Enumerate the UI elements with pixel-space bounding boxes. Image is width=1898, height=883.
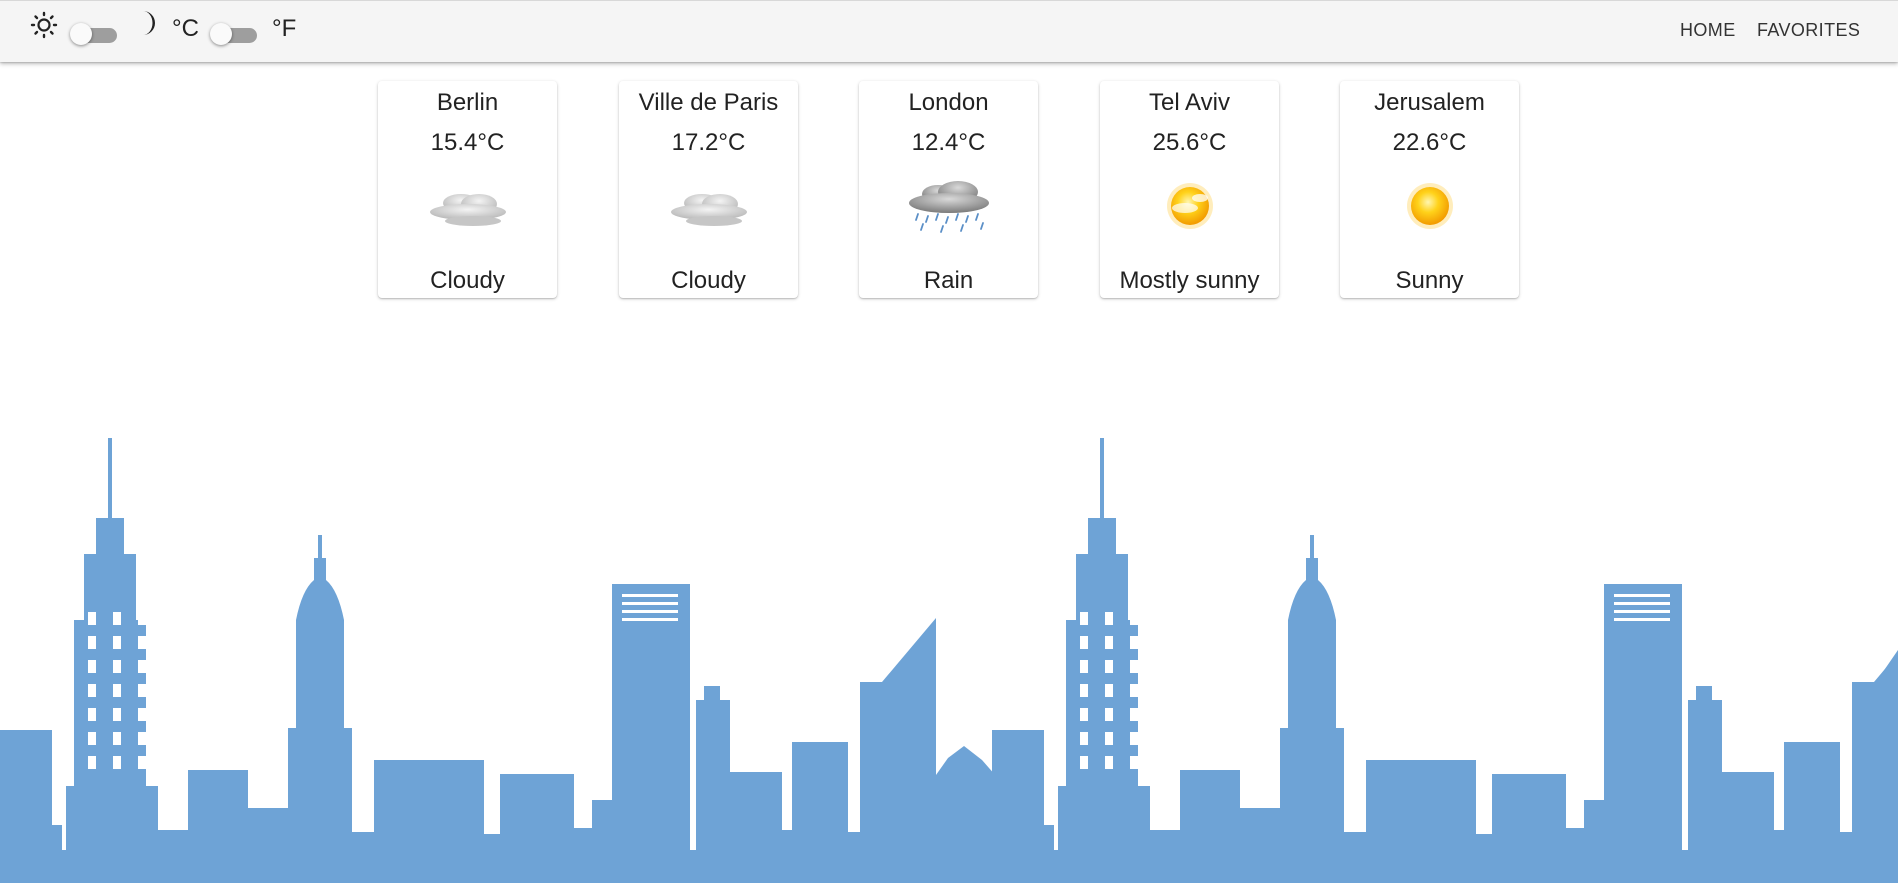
city-name: Ville de Paris bbox=[638, 89, 779, 116]
cloudy-icon bbox=[670, 194, 747, 226]
city-condition: Mostly sunny bbox=[1119, 267, 1260, 294]
city-card-london[interactable]: London 12.4°C Rain bbox=[859, 81, 1038, 298]
mostly-sunny-icon bbox=[1166, 183, 1213, 229]
sunny-icon bbox=[1406, 183, 1453, 229]
app-bar: °C °F HOME FAVORITES bbox=[0, 0, 1898, 62]
city-name: Tel Aviv bbox=[1149, 89, 1230, 116]
city-condition: Sunny bbox=[1395, 267, 1464, 294]
unit-toggle-switch[interactable] bbox=[209, 19, 261, 49]
city-card-jerusalem[interactable]: Jerusalem 22.6°C Sunny bbox=[1340, 81, 1519, 298]
city-temperature: 12.4°C bbox=[911, 129, 986, 156]
city-condition: Rain bbox=[923, 267, 974, 294]
rain-icon bbox=[908, 181, 989, 233]
city-temperature: 25.6°C bbox=[1152, 129, 1227, 156]
sun-icon bbox=[30, 11, 58, 39]
moon-icon bbox=[143, 11, 155, 35]
city-name: London bbox=[908, 89, 989, 116]
celsius-label: °C bbox=[172, 15, 199, 42]
city-condition: Cloudy bbox=[671, 267, 746, 294]
cloudy-icon bbox=[429, 194, 506, 226]
city-temperature: 22.6°C bbox=[1392, 129, 1467, 156]
city-temperature: 15.4°C bbox=[430, 129, 505, 156]
city-condition: Cloudy bbox=[430, 267, 505, 294]
city-card-tel-aviv[interactable]: Tel Aviv 25.6°C Mostly sunny bbox=[1100, 81, 1279, 298]
nav-home-link[interactable]: HOME bbox=[1680, 20, 1736, 41]
fahrenheit-label: °F bbox=[272, 15, 297, 42]
city-skyline-illustration bbox=[0, 438, 1898, 883]
theme-toggle-thumb[interactable] bbox=[70, 23, 92, 45]
theme-toggle-switch[interactable] bbox=[69, 19, 121, 49]
city-name: Berlin bbox=[436, 89, 499, 116]
nav-favorites-link[interactable]: FAVORITES bbox=[1757, 20, 1860, 41]
city-temperature: 17.2°C bbox=[671, 129, 746, 156]
city-card-berlin[interactable]: Berlin 15.4°C Cloudy bbox=[378, 81, 557, 298]
unit-toggle-thumb[interactable] bbox=[210, 23, 232, 45]
city-name: Jerusalem bbox=[1374, 89, 1485, 116]
city-card-ville-de-paris[interactable]: Ville de Paris 17.2°C Cloudy bbox=[619, 81, 798, 298]
